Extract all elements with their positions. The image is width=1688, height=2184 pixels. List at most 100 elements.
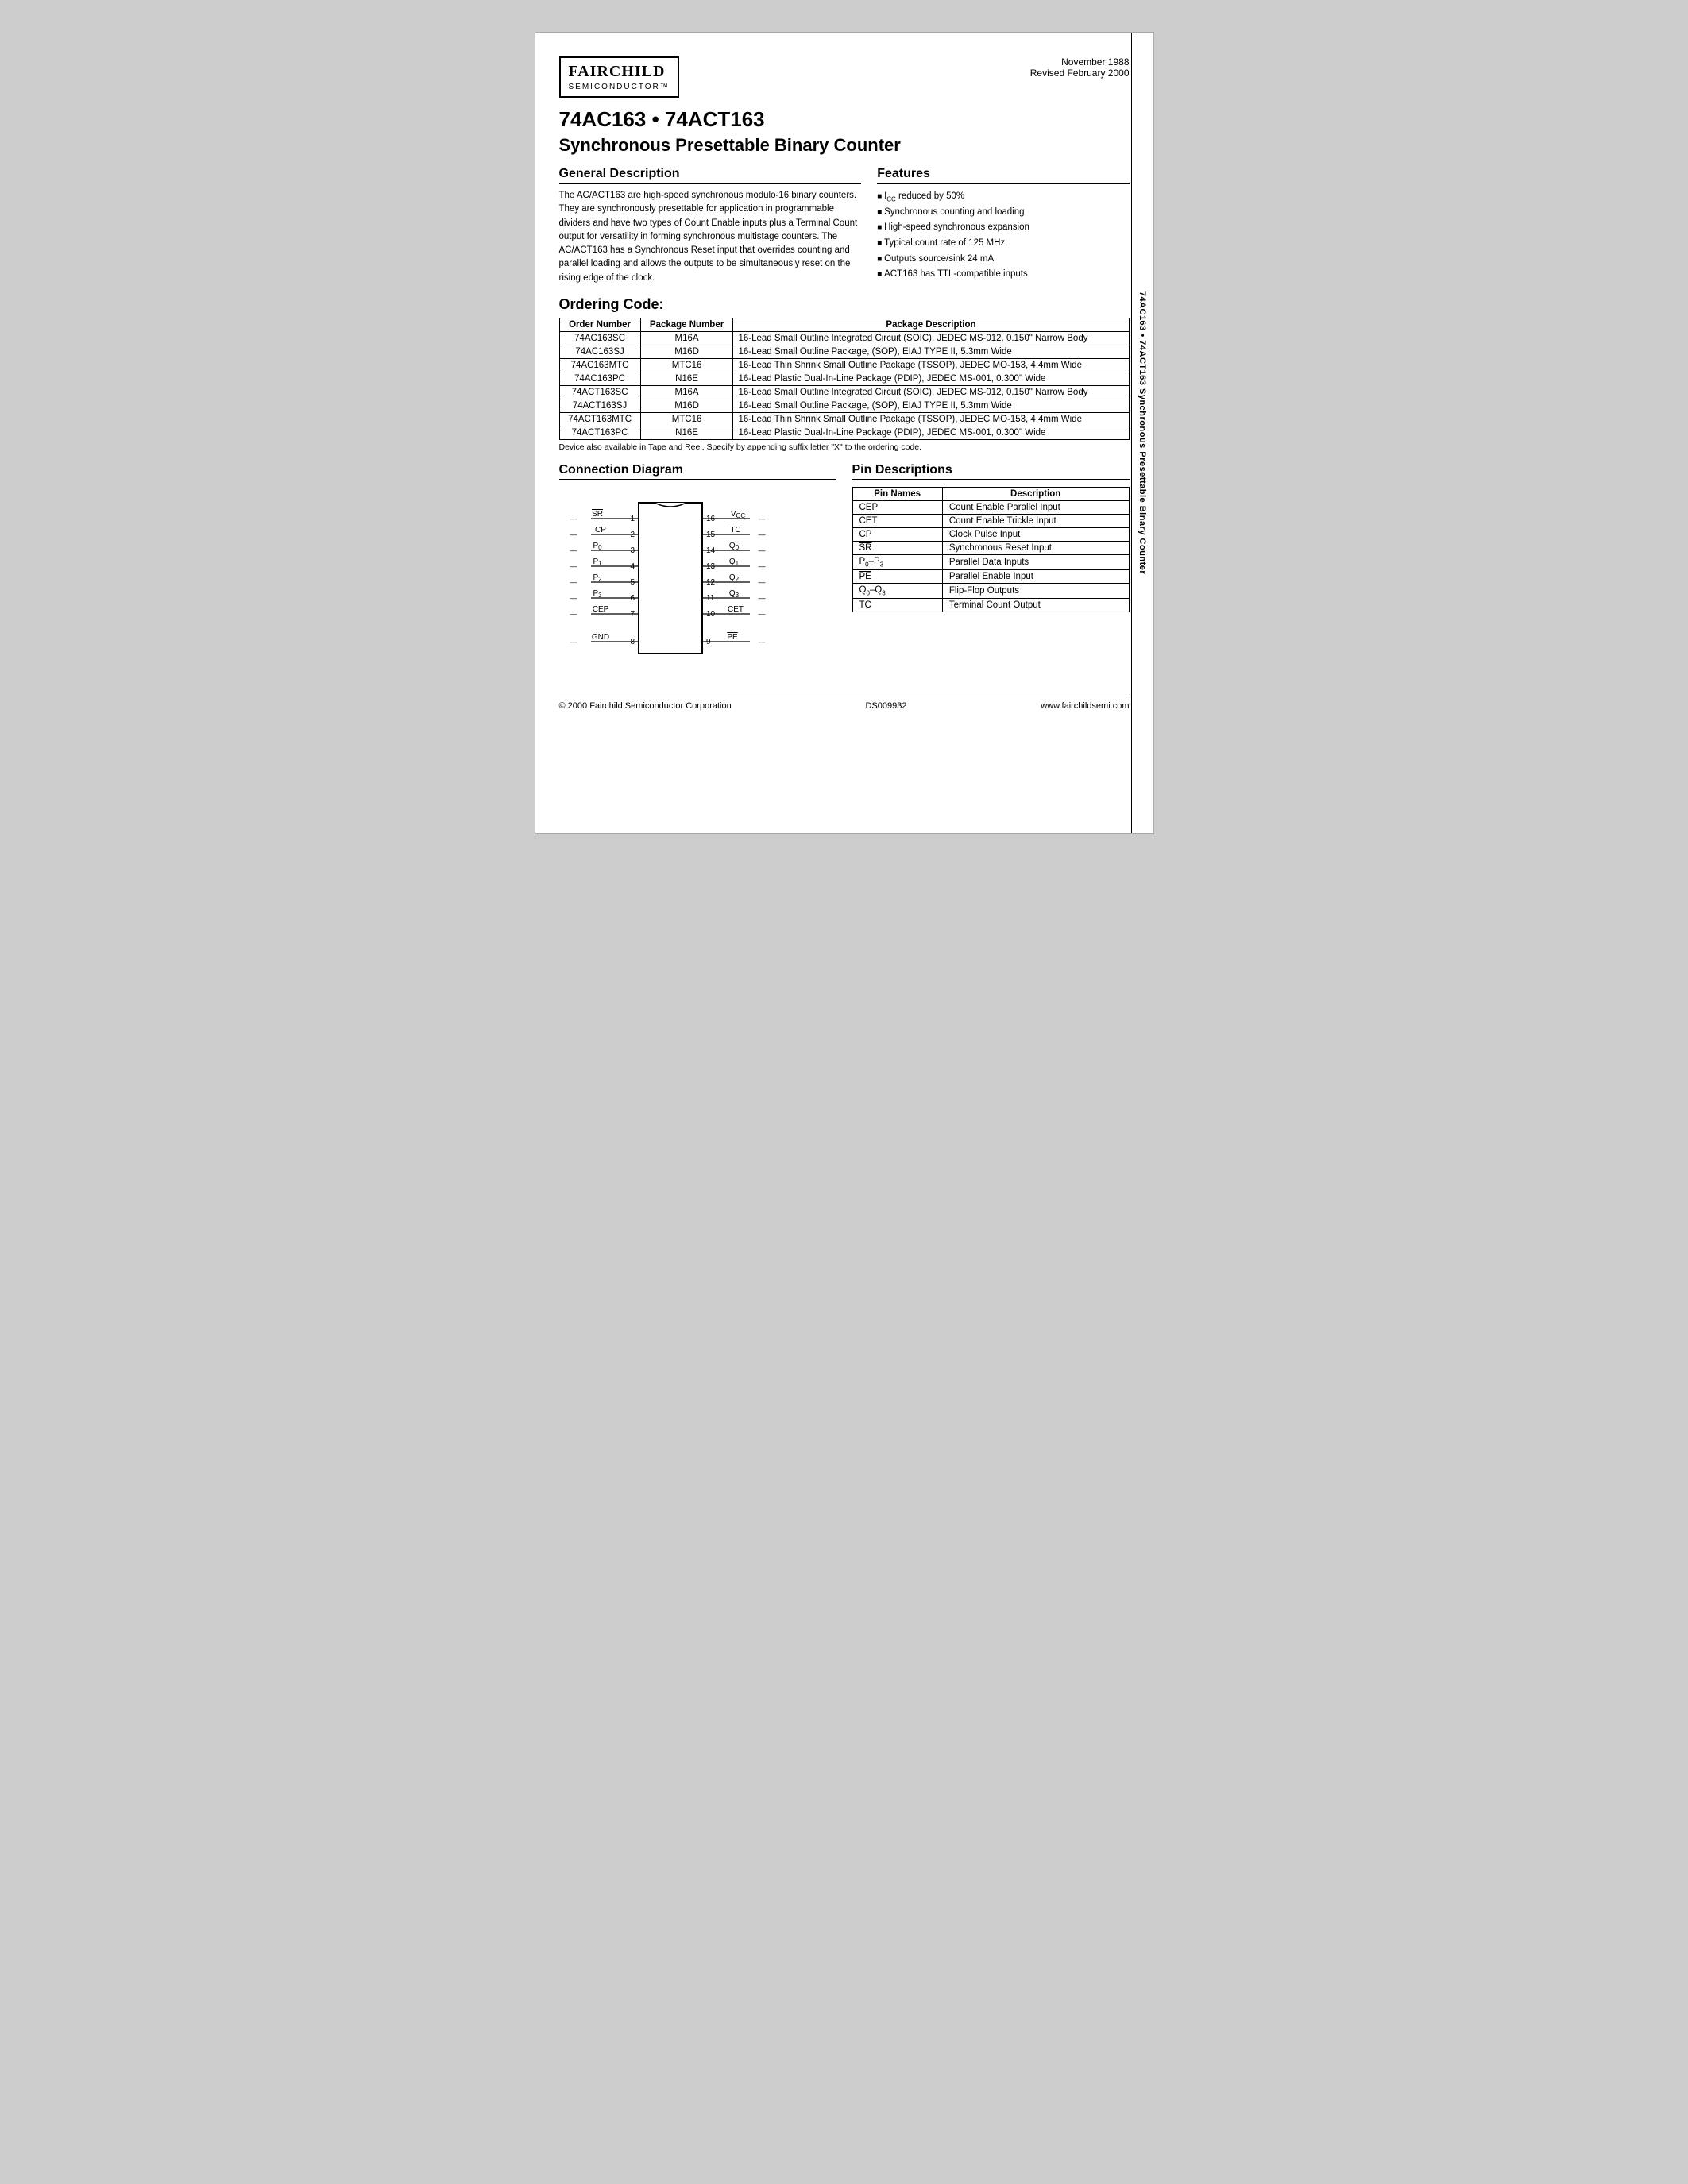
pin-row: CEP Count Enable Parallel Input	[852, 500, 1129, 514]
order-cell: 16-Lead Small Outline Package, (SOP), EI…	[733, 399, 1129, 412]
conn-heading: Connection Diagram	[559, 463, 836, 480]
logo-sub: SEMICONDUCTOR™	[569, 83, 670, 91]
svg-text:12: 12	[706, 578, 716, 587]
ordering-section: Ordering Code: Order Number Package Numb…	[559, 296, 1130, 452]
svg-text:—: —	[570, 578, 577, 586]
svg-text:9: 9	[706, 638, 711, 646]
svg-text:—: —	[758, 562, 765, 570]
order-cell: 74ACT163MTC	[559, 412, 640, 426]
description-features: General Description The AC/ACT163 are hi…	[559, 167, 1130, 285]
svg-text:15: 15	[706, 531, 716, 539]
revised: Revised February 2000	[1030, 68, 1130, 79]
pin-desc: Synchronous Reset Input	[942, 541, 1129, 554]
svg-text:P3: P3	[593, 589, 602, 599]
pin-desc: Terminal Count Output	[942, 599, 1129, 612]
footer: © 2000 Fairchild Semiconductor Corporati…	[559, 696, 1130, 711]
order-cell: 74AC163SC	[559, 331, 640, 345]
svg-text:8: 8	[630, 638, 635, 646]
general-description-col: General Description The AC/ACT163 are hi…	[559, 167, 862, 285]
svg-text:13: 13	[706, 562, 716, 571]
svg-text:—: —	[570, 562, 577, 570]
order-cell: 74AC163SJ	[559, 345, 640, 358]
pin-name: SR	[852, 541, 942, 554]
order-row: 74ACT163SJM16D16-Lead Small Outline Pack…	[559, 399, 1129, 412]
bottom-section: Connection Diagram 1 SR — 2 CP —	[559, 463, 1130, 680]
order-cell: 16-Lead Thin Shrink Small Outline Packag…	[733, 412, 1129, 426]
svg-text:P0: P0	[593, 542, 602, 551]
pin-name: Q0–Q3	[852, 584, 942, 599]
order-cell: 74AC163MTC	[559, 358, 640, 372]
feature-item: Synchronous counting and loading	[877, 205, 1129, 221]
order-cell: 74ACT163SC	[559, 385, 640, 399]
order-cell: MTC16	[640, 358, 733, 372]
svg-text:CEP: CEP	[592, 605, 608, 614]
ic-diagram: 1 SR — 2 CP — 3 P0 — 4 P1 —	[559, 487, 782, 677]
svg-text:—: —	[758, 546, 765, 554]
svg-text:Q0: Q0	[728, 542, 739, 551]
pin-desc: Parallel Data Inputs	[942, 554, 1129, 569]
side-text: 74AC163 • 74ACT163 Synchronous Presettab…	[1138, 291, 1147, 574]
gen-desc-text: The AC/ACT163 are high-speed synchronous…	[559, 189, 862, 285]
connection-diagram-col: Connection Diagram 1 SR — 2 CP —	[559, 463, 836, 680]
order-cell: M16D	[640, 399, 733, 412]
date: November 1988	[1030, 56, 1130, 68]
order-row: 74AC163SJM16D16-Lead Small Outline Packa…	[559, 345, 1129, 358]
pin-name: CP	[852, 527, 942, 541]
features-list: ICC reduced by 50% Synchronous counting …	[877, 189, 1129, 283]
svg-text:3: 3	[630, 546, 635, 555]
order-cell: 16-Lead Thin Shrink Small Outline Packag…	[733, 358, 1129, 372]
order-row: 74AC163MTCMTC1616-Lead Thin Shrink Small…	[559, 358, 1129, 372]
pin-name: TC	[852, 599, 942, 612]
svg-text:16: 16	[706, 515, 716, 523]
svg-text:—: —	[758, 531, 765, 538]
order-row: 74AC163PCN16E16-Lead Plastic Dual-In-Lin…	[559, 372, 1129, 385]
pin-row: CET Count Enable Trickle Input	[852, 514, 1129, 527]
doc-number: DS009932	[865, 701, 906, 711]
svg-text:6: 6	[630, 594, 635, 603]
svg-text:1: 1	[630, 515, 635, 523]
svg-text:14: 14	[706, 546, 716, 555]
svg-text:GND: GND	[591, 633, 608, 642]
pin-desc: Clock Pulse Input	[942, 527, 1129, 541]
svg-text:SR: SR	[592, 510, 603, 519]
svg-text:—: —	[758, 515, 765, 523]
svg-text:—: —	[570, 594, 577, 602]
col-order-number: Order Number	[559, 318, 640, 331]
order-cell: 16-Lead Small Outline Package, (SOP), EI…	[733, 345, 1129, 358]
ordering-table: Order Number Package Number Package Desc…	[559, 318, 1130, 440]
feature-item: ICC reduced by 50%	[877, 189, 1129, 205]
pin-name: CEP	[852, 500, 942, 514]
pin-row: CP Clock Pulse Input	[852, 527, 1129, 541]
svg-text:10: 10	[706, 610, 716, 619]
ordering-heading: Ordering Code:	[559, 296, 1130, 313]
svg-text:P1: P1	[593, 558, 602, 567]
order-cell: 74ACT163PC	[559, 426, 640, 439]
pin-name: CET	[852, 514, 942, 527]
order-cell: M16D	[640, 345, 733, 358]
copyright: © 2000 Fairchild Semiconductor Corporati…	[559, 701, 732, 711]
features-col: Features ICC reduced by 50% Synchronous …	[877, 167, 1129, 285]
svg-text:11: 11	[706, 594, 715, 603]
pin-row: SR Synchronous Reset Input	[852, 541, 1129, 554]
svg-text:Q2: Q2	[728, 573, 739, 583]
svg-text:VCC: VCC	[730, 510, 744, 519]
feature-item: High-speed synchronous expansion	[877, 220, 1129, 236]
pin-row: P0–P3 Parallel Data Inputs	[852, 554, 1129, 569]
svg-text:—: —	[570, 515, 577, 523]
order-cell: 74AC163PC	[559, 372, 640, 385]
pin-descriptions-col: Pin Descriptions Pin Names Description C…	[852, 463, 1130, 680]
svg-text:CP: CP	[595, 526, 606, 534]
feature-item: Typical count rate of 125 MHz	[877, 236, 1129, 252]
svg-text:Q3: Q3	[728, 589, 739, 599]
svg-text:—: —	[758, 578, 765, 586]
svg-text:Q1: Q1	[728, 558, 739, 567]
feature-item: Outputs source/sink 24 mA	[877, 252, 1129, 268]
svg-text:—: —	[570, 546, 577, 554]
svg-text:—: —	[758, 638, 765, 646]
order-row: 74ACT163PCN16E16-Lead Plastic Dual-In-Li…	[559, 426, 1129, 439]
pin-desc: Count Enable Parallel Input	[942, 500, 1129, 514]
order-cell: M16A	[640, 385, 733, 399]
svg-text:—: —	[570, 638, 577, 646]
order-row: 74AC163SCM16A16-Lead Small Outline Integ…	[559, 331, 1129, 345]
svg-text:—: —	[758, 610, 765, 618]
